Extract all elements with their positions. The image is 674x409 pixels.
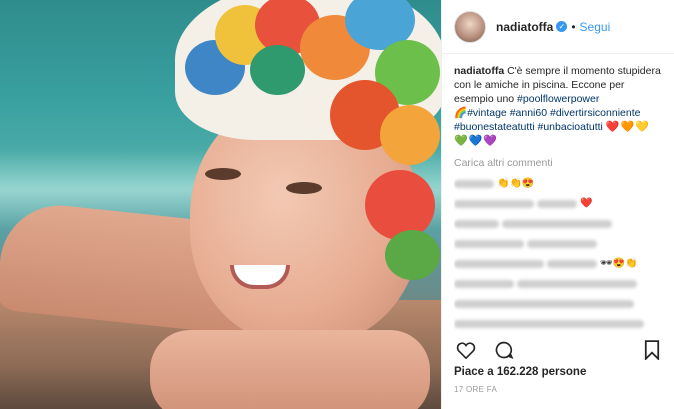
- blurred-comment: [454, 278, 666, 290]
- post-timestamp[interactable]: 17 ORE FA: [454, 385, 497, 394]
- hashtag-link[interactable]: #divertirsiconniente: [550, 107, 640, 119]
- comment-button[interactable]: [492, 338, 516, 362]
- post-header: nadiatoffa ✓ • Segui: [442, 0, 674, 54]
- bookmark-icon: [644, 340, 660, 360]
- save-button[interactable]: [640, 338, 664, 362]
- hashtag-link[interactable]: #unbacioatutti: [538, 121, 603, 133]
- like-button[interactable]: [454, 338, 478, 362]
- hearts-emoji: ❤️🧡💛: [605, 121, 650, 133]
- hashtag-link[interactable]: #poolflowerpower: [517, 93, 599, 105]
- blurred-comment: 👏👏😍: [454, 178, 666, 190]
- flower-petal: [380, 105, 440, 165]
- heart-icon: [456, 342, 476, 359]
- caption: nadiatoffa C'è sempre il momento stupide…: [454, 64, 666, 148]
- avatar[interactable]: [454, 10, 486, 43]
- hands: [150, 330, 430, 409]
- hashtag-link[interactable]: #buonestateatutti: [454, 121, 535, 133]
- username-link[interactable]: nadiatoffa: [496, 20, 553, 34]
- blurred-comment: [454, 218, 666, 230]
- comments-list: nadiatoffa C'è sempre il momento stupide…: [454, 64, 666, 334]
- blurred-comment: [454, 238, 666, 250]
- verified-badge-icon: ✓: [556, 21, 568, 32]
- hearts-emoji: 💚💙💜: [454, 135, 499, 147]
- instagram-post: nadiatoffa ✓ • Segui nadiatoffa C'è semp…: [0, 0, 674, 409]
- post-sidebar: nadiatoffa ✓ • Segui nadiatoffa C'è semp…: [441, 0, 674, 409]
- blurred-comment: [454, 318, 666, 330]
- rainbow-emoji: 🌈: [454, 107, 468, 119]
- right-eye: [286, 182, 322, 194]
- blurred-comment: ❤️: [454, 198, 666, 210]
- follow-button[interactable]: Segui: [580, 20, 611, 34]
- separator-dot: •: [571, 19, 576, 34]
- flower-petal: [365, 170, 435, 240]
- left-eye: [205, 168, 241, 180]
- load-more-comments[interactable]: Carica altri commenti: [454, 156, 666, 170]
- caption-username[interactable]: nadiatoffa: [454, 65, 504, 77]
- post-photo[interactable]: [0, 0, 441, 409]
- hashtag-link[interactable]: #vintage: [467, 107, 507, 119]
- comment-icon: [495, 341, 514, 359]
- blurred-comment: [454, 298, 666, 310]
- likes-count[interactable]: Piace a 162.228 persone: [454, 366, 586, 378]
- hashtag-link[interactable]: #anni60: [510, 107, 547, 119]
- blurred-comment: 🕶😍👏: [454, 258, 666, 270]
- flower-petal: [385, 230, 440, 280]
- post-actions: [454, 338, 664, 362]
- flower-petal: [250, 45, 305, 95]
